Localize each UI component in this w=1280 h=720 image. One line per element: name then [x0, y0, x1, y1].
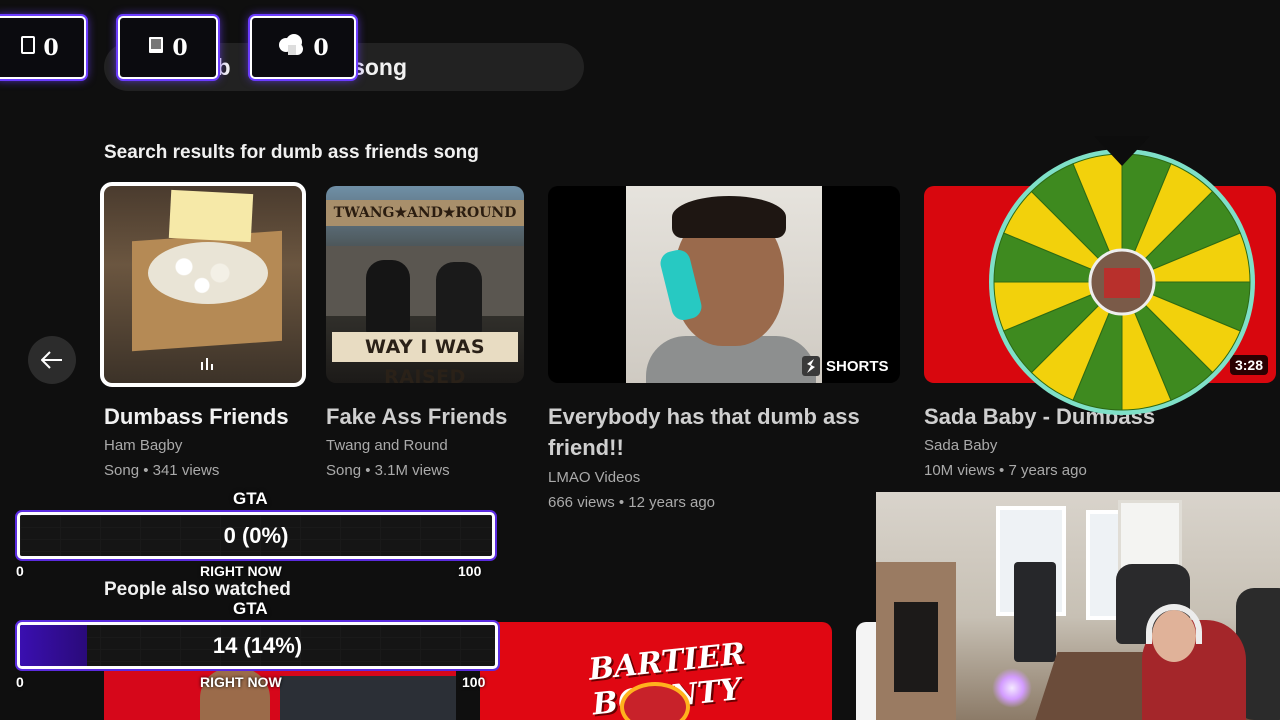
wheel-pointer-icon [1094, 136, 1150, 166]
people-also-watched-title: People also watched [104, 579, 291, 600]
thumb-banner: TWANG★AND★ROUND [326, 200, 524, 226]
results-title: Search results for dumb ass friends song [104, 142, 479, 163]
poll-1-value: 0 (0%) [223, 522, 289, 548]
counter-gift-value: 0 [313, 34, 329, 61]
video-meta-2: Song • 3.1M views [326, 462, 450, 479]
counter-tablet: 0 [118, 16, 218, 79]
thumb-caption: WAY I WAS RAISED [332, 332, 518, 383]
video-title-3-line1[interactable]: Everybody has that dumb ass [548, 401, 860, 432]
poll-2-bar: 14 (14%) [17, 622, 498, 669]
shorts-badge: SHORTS [802, 354, 889, 378]
counter-phone: 0 [0, 16, 86, 79]
counter-phone-value: 0 [43, 34, 59, 61]
poll-2-value: 14 (14%) [212, 632, 303, 658]
screen-graphic [280, 676, 456, 720]
poll-1-min: 0 [16, 563, 24, 579]
lamp-glow-graphic [992, 668, 1032, 708]
video-meta-1: Song • 341 views [104, 462, 220, 479]
person-graphic [366, 260, 410, 334]
video-thumbnail-2[interactable]: TWANG★AND★ROUND WAY I WAS RAISED [326, 186, 524, 383]
video-channel-2[interactable]: Twang and Round [326, 437, 448, 454]
prize-wheel [989, 149, 1255, 415]
ham-bagby-sign [168, 189, 254, 243]
poll-1-subtitle: RIGHT NOW [200, 563, 282, 579]
speaker-graphic [1014, 562, 1056, 662]
video-channel-1[interactable]: Ham Bagby [104, 437, 182, 454]
packing-peanuts-graphic [148, 242, 268, 304]
video-thumbnail-3[interactable]: SHORTS [548, 186, 900, 383]
house-graphic [326, 246, 524, 316]
hair-graphic [672, 196, 786, 238]
video-thumbnail-1[interactable] [100, 182, 306, 387]
also-watched-thumbnail-2[interactable]: BARTIER BOUNTY [480, 622, 832, 720]
shorts-icon [802, 356, 820, 376]
wheel-hub-figure [1104, 268, 1140, 298]
video-channel-4[interactable]: Sada Baby [924, 437, 997, 454]
poll-2-title: GTA [233, 599, 268, 618]
video-title-1[interactable]: Dumbass Friends [104, 401, 289, 432]
video-meta-3: 666 views • 12 years ago [548, 494, 716, 511]
video-title-2[interactable]: Fake Ass Friends [326, 401, 507, 432]
fireplace-opening-graphic [894, 602, 938, 692]
person-graphic [436, 262, 482, 334]
webcam-feed [876, 492, 1280, 720]
poll-1-bar: 0 (0%) [17, 512, 495, 559]
video-meta-4: 10M views • 7 years ago [924, 462, 1087, 479]
counter-gift: 0 [250, 16, 356, 79]
poll-2-min: 0 [16, 674, 24, 690]
video-channel-3[interactable]: LMAO Videos [548, 469, 640, 486]
carousel-back-button[interactable] [28, 336, 76, 384]
poll-1-max: 100 [458, 563, 482, 579]
phone-icon [21, 36, 36, 59]
poll-2-subtitle: RIGHT NOW [200, 674, 282, 690]
equalizer-icon [201, 358, 213, 370]
shorts-frame [626, 186, 822, 383]
video-title-3-line2[interactable]: friend!! [548, 432, 624, 463]
arrow-left-icon [41, 351, 62, 369]
poll-2-max: 100 [462, 674, 486, 690]
counter-tablet-value: 0 [172, 34, 188, 61]
tablet-icon [148, 36, 164, 59]
shorts-label: SHORTS [826, 357, 889, 375]
cloud-gift-icon [277, 33, 305, 62]
poll-1-title: GTA [233, 489, 268, 508]
